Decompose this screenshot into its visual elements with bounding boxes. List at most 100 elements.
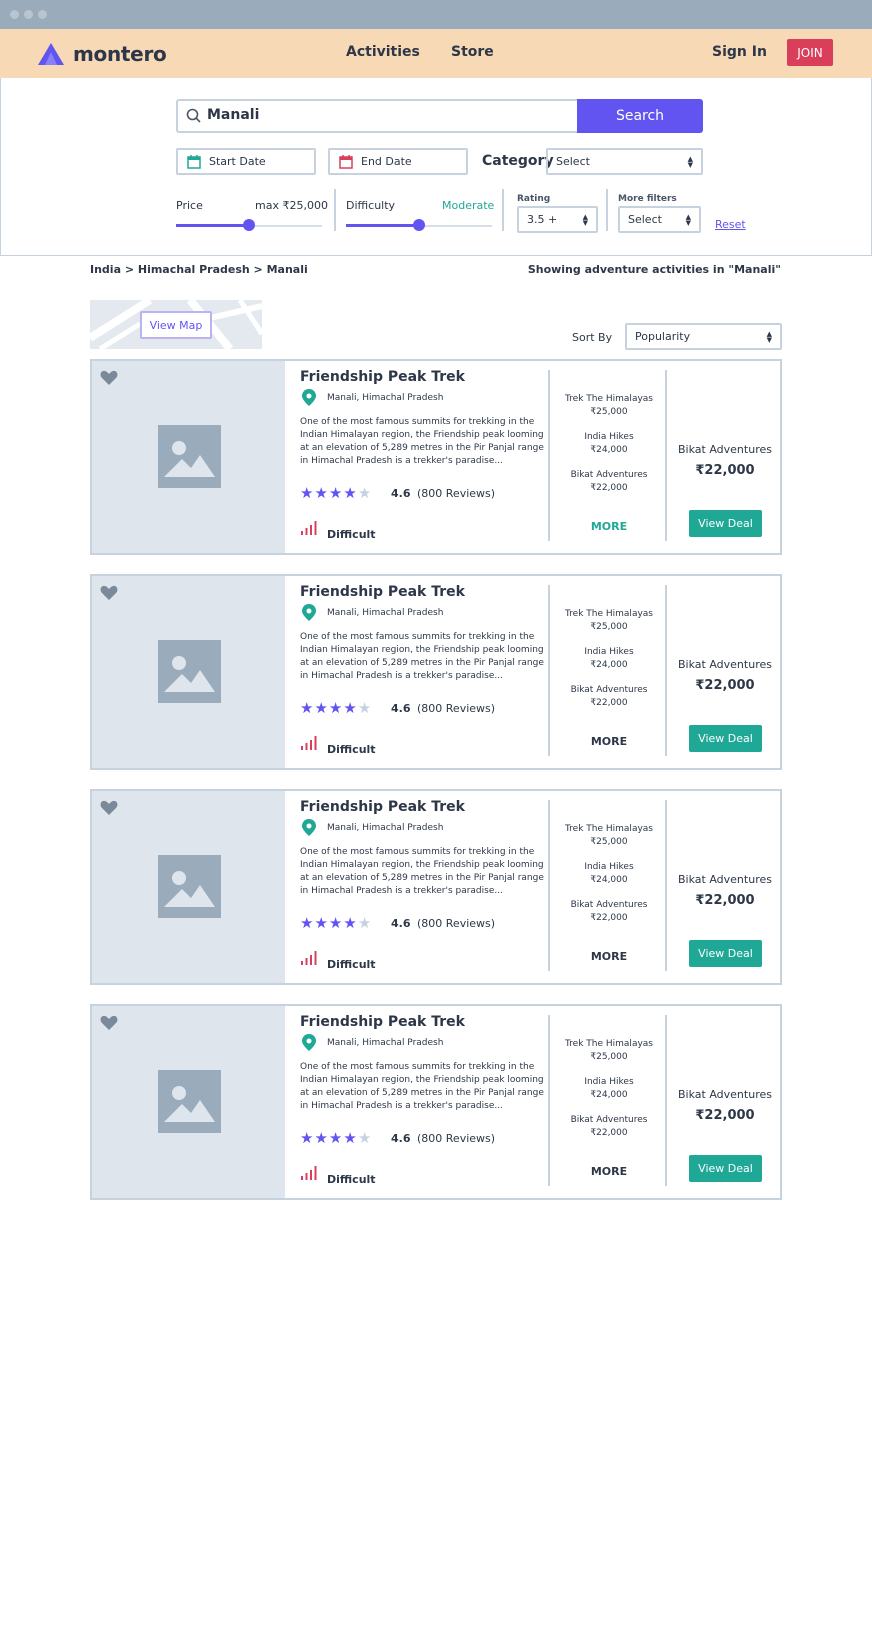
reviews-count[interactable]: (800 Reviews) <box>417 1132 495 1145</box>
nav-activities[interactable]: Activities <box>346 44 420 60</box>
rating-score: 4.6 <box>391 1132 411 1145</box>
reviews-count[interactable]: (800 Reviews) <box>417 917 495 930</box>
nav-store[interactable]: Store <box>451 44 494 60</box>
divider <box>548 370 550 541</box>
logo[interactable]: montero <box>38 41 167 67</box>
best-price: ₹22,000 <box>695 1108 755 1123</box>
star-rating: ★ ★ ★ ★ ★ <box>300 486 372 501</box>
end-date-field[interactable]: End Date <box>328 148 468 175</box>
difficulty-bars-icon <box>301 1166 317 1180</box>
more-vendors-link[interactable]: MORE <box>552 735 666 748</box>
view-deal-button[interactable]: View Deal <box>689 510 762 537</box>
activity-description: One of the most famous summits for trekk… <box>300 417 544 466</box>
vendor-name: India Hikes <box>584 862 634 872</box>
vendor-name: Trek The Himalayas <box>565 609 653 619</box>
rating-select[interactable]: 3.5 + ▲ ▼ <box>517 206 598 233</box>
view-deal-button[interactable]: View Deal <box>689 940 762 967</box>
difficulty-level: Difficult <box>327 528 376 541</box>
sign-in-link[interactable]: Sign In <box>712 44 767 60</box>
activity-image[interactable] <box>92 361 285 553</box>
activity-card[interactable]: Friendship Peak Trek Manali, Himachal Pr… <box>90 574 782 770</box>
divider <box>548 585 550 756</box>
heart-icon[interactable] <box>100 370 118 386</box>
difficulty-slider-handle[interactable] <box>413 219 425 231</box>
reset-link[interactable]: Reset <box>715 218 746 231</box>
activity-card[interactable]: Friendship Peak Trek Manali, Himachal Pr… <box>90 789 782 985</box>
category-value: Select <box>556 155 590 168</box>
sort-value: Popularity <box>635 330 691 343</box>
rating-score: 4.6 <box>391 702 411 715</box>
activity-card[interactable]: Friendship Peak Trek Manali, Himachal Pr… <box>90 359 782 555</box>
vendor-price: ₹22,000 <box>590 483 628 493</box>
activity-card[interactable]: Friendship Peak Trek Manali, Himachal Pr… <box>90 1004 782 1200</box>
image-placeholder-icon <box>158 1070 221 1133</box>
view-deal-button[interactable]: View Deal <box>689 725 762 752</box>
brand-name: montero <box>73 42 167 66</box>
reviews-count[interactable]: (800 Reviews) <box>417 487 495 500</box>
activity-title[interactable]: Friendship Peak Trek <box>300 799 465 815</box>
vendor-price: ₹22,000 <box>590 698 628 708</box>
activity-location: Manali, Himachal Pradesh <box>327 393 444 403</box>
divider <box>502 189 504 231</box>
location-pin-icon <box>302 604 316 621</box>
best-vendor-name: Bikat Adventures <box>678 658 772 671</box>
activity-title[interactable]: Friendship Peak Trek <box>300 1014 465 1030</box>
top-navbar: montero Activities Store Sign In JOIN <box>0 29 872 78</box>
price-slider-handle[interactable] <box>243 219 255 231</box>
heart-icon[interactable] <box>100 800 118 816</box>
activity-description: One of the most famous summits for trekk… <box>300 1062 544 1111</box>
more-vendors-link[interactable]: MORE <box>552 520 666 533</box>
heart-icon[interactable] <box>100 585 118 601</box>
vendor-name: Bikat Adventures <box>570 685 648 695</box>
view-map-button[interactable]: View Map <box>140 311 212 339</box>
join-button[interactable]: JOIN <box>787 39 833 66</box>
start-date-label: Start Date <box>209 155 266 168</box>
activity-title[interactable]: Friendship Peak Trek <box>300 584 465 600</box>
more-filters-select[interactable]: Select ▲ ▼ <box>618 206 701 233</box>
sort-by-label: Sort By <box>572 331 613 344</box>
star-filled-icon: ★ <box>300 1129 314 1147</box>
heart-icon[interactable] <box>100 1015 118 1031</box>
vendor-price: ₹24,000 <box>590 660 628 670</box>
view-deal-button[interactable]: View Deal <box>689 1155 762 1182</box>
search-input[interactable]: Manali <box>176 99 578 133</box>
difficulty-level: Difficult <box>327 958 376 971</box>
vendor-price: ₹25,000 <box>590 837 628 847</box>
star-filled-icon: ★ <box>314 914 328 932</box>
star-filled-icon: ★ <box>328 699 343 717</box>
category-select[interactable]: Select ▲ ▼ <box>546 148 703 175</box>
more-vendors-link[interactable]: MORE <box>552 950 666 963</box>
star-filled-icon: ★ <box>328 484 343 502</box>
search-button[interactable]: Search <box>577 99 703 133</box>
more-vendors-link[interactable]: MORE <box>552 1165 666 1178</box>
best-price: ₹22,000 <box>695 893 755 908</box>
breadcrumb: India > Himachal Pradesh > Manali <box>90 263 308 276</box>
star-filled-icon: ★ <box>343 484 357 502</box>
divider <box>548 800 550 971</box>
window-maximize-dot[interactable] <box>38 10 47 19</box>
location-pin-icon <box>302 819 316 836</box>
best-vendor-name: Bikat Adventures <box>678 1088 772 1101</box>
difficulty-value: Moderate <box>442 199 495 212</box>
rating-value: 3.5 + <box>527 213 558 226</box>
reviews-count[interactable]: (800 Reviews) <box>417 702 495 715</box>
start-date-field[interactable]: Start Date <box>176 148 316 175</box>
difficulty-slider-fill <box>346 224 419 227</box>
divider <box>548 1015 550 1186</box>
activity-title[interactable]: Friendship Peak Trek <box>300 369 465 385</box>
best-vendor-name: Bikat Adventures <box>678 443 772 456</box>
vendor-price: ₹24,000 <box>590 445 628 455</box>
best-price: ₹22,000 <box>695 678 755 693</box>
activity-image[interactable] <box>92 1006 285 1198</box>
search-value: Manali <box>207 107 260 123</box>
window-close-dot[interactable] <box>10 10 19 19</box>
sort-select[interactable]: Popularity ▲ ▼ <box>625 323 782 350</box>
vendor-price: ₹25,000 <box>590 407 628 417</box>
window-minimize-dot[interactable] <box>24 10 33 19</box>
activity-image[interactable] <box>92 576 285 768</box>
select-arrows-icon: ▲ ▼ <box>685 213 691 227</box>
activity-location: Manali, Himachal Pradesh <box>327 1038 444 1048</box>
star-empty-icon: ★ <box>357 484 372 502</box>
best-vendor-name: Bikat Adventures <box>678 873 772 886</box>
activity-image[interactable] <box>92 791 285 983</box>
